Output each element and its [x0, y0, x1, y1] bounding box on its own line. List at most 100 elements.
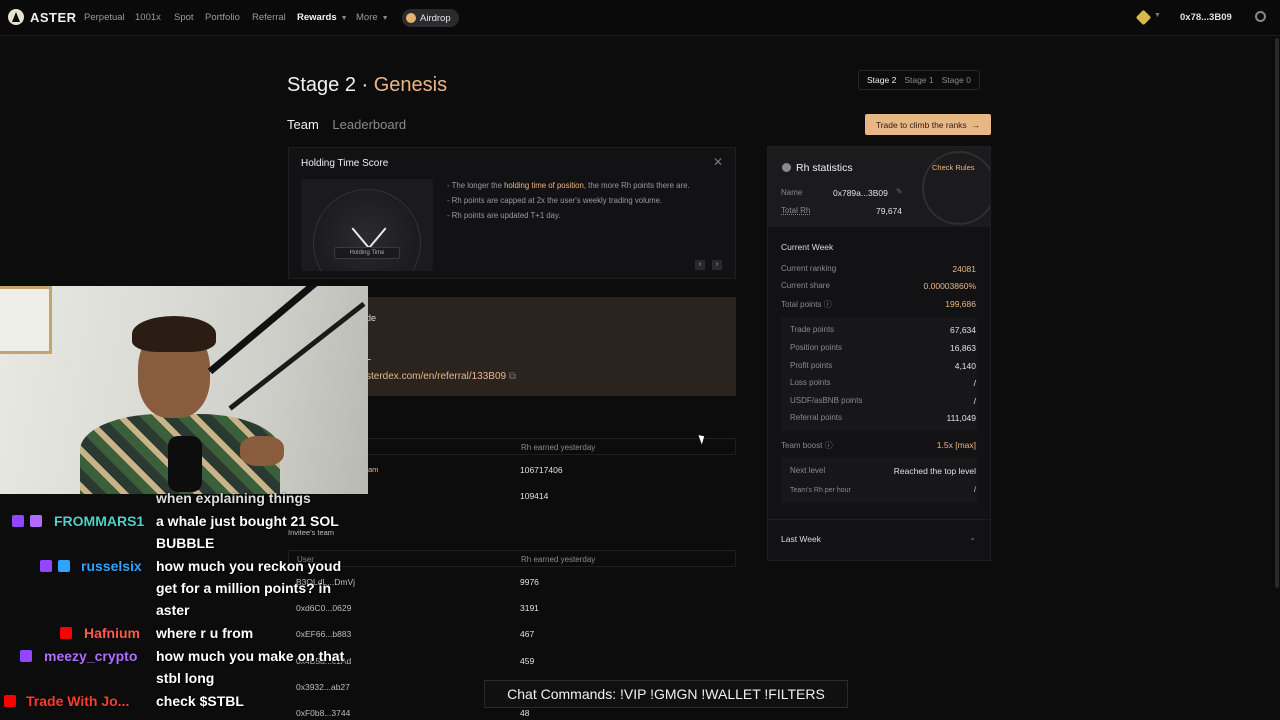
page-title: Stage 2 · Genesis	[287, 74, 447, 97]
trade-to-climb-button[interactable]: Trade to climb the ranks →	[865, 114, 991, 135]
chat-username: Hafnium	[84, 625, 140, 641]
team-rh-value: 109414	[520, 491, 549, 501]
edit-icon[interactable]: ✎	[896, 187, 903, 196]
rh-icon	[782, 163, 791, 172]
chevron-down-icon: ▼	[381, 15, 389, 22]
chevron-down-icon[interactable]: ▼	[1154, 12, 1161, 19]
share-value: 0.00003860%	[923, 281, 976, 291]
twitch-icon	[12, 515, 24, 527]
nav-referral[interactable]: Referral	[252, 12, 286, 23]
copy-icon[interactable]: ⧉	[509, 371, 516, 382]
invitee-user: 0xF0b8...3744	[296, 708, 351, 718]
total-points-value: 199,686	[945, 299, 976, 309]
stage-tabs: Stage 2 Stage 1 Stage 0	[858, 70, 980, 90]
chevron-down-icon: ▼	[340, 15, 348, 22]
logo-text: ASTER	[30, 9, 77, 25]
chat-username: meezy_crypto	[44, 648, 138, 664]
breakdown-value: 16,863	[950, 343, 976, 353]
nav-portfolio[interactable]: Portfolio	[205, 12, 240, 23]
chat-message: check $STBL	[156, 693, 244, 709]
airdrop-button[interactable]: Airdrop	[402, 9, 459, 27]
chat-message: where r u from	[156, 625, 254, 641]
nav-rewards[interactable]: Rewards ▼	[297, 12, 348, 23]
chat-message: when explaining things	[156, 490, 311, 506]
holding-time-card: Holding Time Score ✕ Holding Time - The …	[288, 147, 736, 279]
tab-stage-2[interactable]: Stage 2	[863, 75, 900, 85]
breakdown-label: USDF/asBNB points	[790, 396, 863, 405]
tab-stage-0[interactable]: Stage 0	[938, 75, 975, 85]
chat-message: how much you make on that	[156, 648, 345, 664]
col-rh-earned: Rh earned yesterday	[521, 555, 596, 564]
chat-message: get for a million points? in	[156, 580, 331, 596]
bullet-text: , the more Rh points there are.	[583, 181, 690, 190]
top-nav: ASTER Perpetual 1001x Spot Portfolio Ref…	[0, 0, 1280, 36]
invitee-rh: 467	[520, 629, 535, 639]
team-boost-label: Team boost ⓘ	[781, 440, 833, 451]
breakdown-value: /	[973, 396, 976, 406]
page-scrollbar[interactable]	[1275, 38, 1279, 588]
divider	[768, 519, 990, 520]
tab-stage-1[interactable]: Stage 1	[900, 75, 937, 85]
invitee-rh: 48	[520, 708, 530, 718]
referral-link[interactable]: sterdex.com/en/referral/133B09 ⧉	[366, 371, 516, 382]
wallet-address[interactable]: 0x78...3B09	[1180, 12, 1232, 23]
chat-message: aster	[156, 602, 190, 618]
arrow-right-icon: →	[971, 119, 981, 130]
prev-arrow-icon[interactable]: ‹	[695, 260, 705, 270]
airdrop-label: Airdrop	[420, 12, 451, 24]
last-week-label[interactable]: Last Week	[781, 534, 821, 544]
next-arrow-icon[interactable]: ›	[712, 260, 722, 270]
current-week-label: Current Week	[781, 242, 834, 252]
twitch-icon	[20, 650, 32, 662]
holding-card-title: Holding Time Score	[301, 158, 389, 169]
share-label: Current share	[781, 281, 830, 290]
close-icon[interactable]: ✕	[713, 155, 723, 169]
team-tabs: Team Leaderboard	[287, 117, 416, 132]
stage-subtitle: Genesis	[373, 74, 448, 96]
aster-logo-icon	[8, 9, 24, 25]
tab-team[interactable]: Team	[287, 117, 319, 132]
breakdown-label: Trade points	[790, 325, 835, 334]
invitee-user: 0xd6C0...0629	[296, 603, 352, 613]
badge-icon	[30, 515, 42, 527]
streamer-hair	[132, 316, 216, 352]
nav-1001x[interactable]: 1001x	[135, 12, 161, 23]
nav-more[interactable]: More ▼	[356, 12, 389, 23]
breakdown-value: 111,049	[946, 413, 976, 423]
invitee-rh: 9976	[520, 577, 539, 587]
invitee-user: 0x3932...ab27	[296, 682, 350, 692]
chain-icon[interactable]	[1135, 9, 1152, 26]
ranking-value: 24081	[952, 264, 976, 274]
chevron-down-icon[interactable]: ⌄	[969, 533, 976, 542]
chat-commands-banner: Chat Commands: !VIP !GMGN !WALLET !FILTE…	[484, 680, 848, 708]
ranking-label: Current ranking	[781, 264, 837, 273]
total-points-text: Total points	[781, 300, 822, 309]
nav-more-label: More	[356, 12, 378, 23]
aster-logo[interactable]: ASTER	[8, 9, 77, 25]
gauge-needle	[368, 227, 387, 249]
invitee-user: 0xEF66...b883	[296, 629, 352, 639]
breakdown-label: Referral points	[790, 413, 843, 422]
breakdown-label: Loss points	[790, 378, 831, 387]
bullet-highlight: holding time of position	[504, 181, 584, 190]
gear-icon[interactable]	[1255, 11, 1266, 22]
check-rules-link[interactable]: Check Rules	[932, 163, 975, 172]
chat-message: how much you reckon youd	[156, 558, 342, 574]
tab-leaderboard[interactable]: Leaderboard	[332, 117, 406, 132]
info-icon[interactable]: ⓘ	[824, 300, 832, 309]
col-rh-earned: Rh earned yesterday	[521, 443, 596, 452]
name-value: 0x789a...3B09	[833, 188, 888, 198]
climb-button-label: Trade to climb the ranks	[875, 119, 967, 130]
breakdown-value: 67,634	[950, 325, 976, 335]
nav-spot[interactable]: Spot	[174, 12, 194, 23]
team-rh-value: /	[974, 487, 976, 494]
rh-summary: Rh statistics Check Rules Name 0x789a...…	[768, 147, 990, 227]
title-separator: ·	[361, 74, 369, 96]
nav-perpetual[interactable]: Perpetual	[84, 12, 125, 23]
airdrop-icon	[406, 13, 416, 23]
nav-rewards-label: Rewards	[297, 12, 337, 23]
streamer-hand	[240, 436, 284, 466]
info-icon[interactable]: ⓘ	[825, 441, 833, 450]
microphone	[168, 436, 202, 492]
total-rh-value: 79,674	[876, 206, 902, 216]
